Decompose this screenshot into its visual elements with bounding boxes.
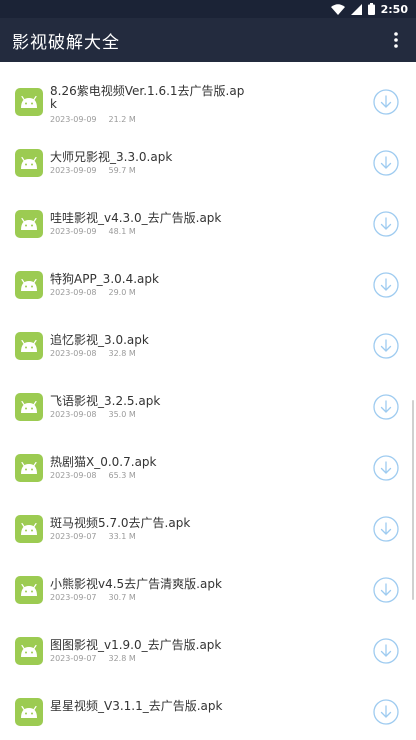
file-row-5[interactable]: 特狗APP_3.0.4.apk 2023-09-08 29.0 M	[0, 254, 416, 315]
file-row-3[interactable]: 大师兄影视_3.3.0.apk 2023-09-09 59.7 M	[0, 132, 416, 193]
file-row-2[interactable]: 8.26紫电视频Ver.1.6.1去广告版.apk 2023-09-09 21.2…	[0, 71, 416, 132]
file-meta: 2023-09-08 35.0 M	[50, 410, 136, 420]
android-icon	[15, 636, 43, 665]
download-icon	[373, 454, 399, 481]
file-date: 2023-09-09	[50, 227, 97, 236]
download-icon	[373, 149, 399, 176]
download-button[interactable]	[373, 88, 399, 115]
file-size: 30.7 M	[108, 593, 136, 602]
file-date: 2023-09-07	[50, 654, 97, 663]
file-meta: 2023-09-09 59.7 M	[50, 166, 136, 176]
file-row-1[interactable]: 咪咕影视_4.1.2.apk 27 天前48.2 M	[0, 62, 416, 71]
file-row-12[interactable]: 星星视频_V3.1.1_去广告版.apk	[0, 681, 416, 740]
file-size: 32.8 M	[108, 349, 136, 358]
file-date: 2023-09-08	[50, 349, 97, 358]
download-icon	[373, 515, 399, 542]
download-button[interactable]	[373, 576, 399, 603]
file-size: 65.3 M	[108, 471, 136, 480]
download-button[interactable]	[373, 515, 399, 542]
android-icon	[15, 270, 43, 299]
file-meta: 2023-09-07 33.1 M	[50, 532, 136, 542]
battery-icon	[367, 3, 375, 15]
file-date: 2023-09-08	[50, 288, 97, 297]
file-size: 29.0 M	[108, 288, 136, 297]
android-icon	[15, 697, 43, 726]
android-icon	[15, 209, 43, 238]
file-meta: 2023-09-09 21.2 M	[50, 115, 136, 125]
app-bar: 影视破解大全	[0, 18, 416, 62]
file-size: 59.7 M	[108, 166, 136, 175]
file-date: 2023-09-09	[50, 115, 97, 124]
file-date: 2023-09-08	[50, 410, 97, 419]
file-name: 追忆影视_3.0.apk	[50, 333, 149, 347]
wifi-icon	[330, 3, 345, 15]
download-icon	[373, 393, 399, 420]
android-icon	[15, 87, 43, 116]
download-button[interactable]	[373, 637, 399, 664]
file-name: 大师兄影视_3.3.0.apk	[50, 150, 173, 164]
file-row-9[interactable]: 斑马视频5.7.0去广告.apk 2023-09-07 33.1 M	[0, 498, 416, 559]
file-meta: 2023-09-08 65.3 M	[50, 471, 136, 481]
file-row-11[interactable]: 图图影视_v1.9.0_去广告版.apk 2023-09-07 32.8 M	[0, 620, 416, 681]
download-button[interactable]	[373, 149, 399, 176]
file-row-8[interactable]: 热剧猫X_0.0.7.apk 2023-09-08 65.3 M	[0, 437, 416, 498]
download-icon	[373, 88, 399, 115]
file-meta: 2023-09-07 32.8 M	[50, 654, 136, 664]
download-button[interactable]	[373, 271, 399, 298]
scrollbar[interactable]	[412, 400, 414, 600]
file-row-6[interactable]: 追忆影视_3.0.apk 2023-09-08 32.8 M	[0, 315, 416, 376]
download-icon	[373, 332, 399, 359]
file-row-10[interactable]: 小熊影视v4.5去广告清爽版.apk 2023-09-07 30.7 M	[0, 559, 416, 620]
download-button[interactable]	[373, 393, 399, 420]
file-name: 星星视频_V3.1.1_去广告版.apk	[50, 699, 223, 713]
file-date: 2023-09-08	[50, 471, 97, 480]
file-row-4[interactable]: 哇哇影视_v4.3.0_去广告版.apk 2023-09-09 48.1 M	[0, 193, 416, 254]
download-button[interactable]	[373, 454, 399, 481]
download-button[interactable]	[373, 698, 399, 725]
file-size: 48.1 M	[108, 227, 136, 236]
download-icon	[373, 271, 399, 298]
file-meta: 2023-09-07 30.7 M	[50, 593, 136, 603]
file-list: 咪咕影视_4.1.2.apk 27 天前48.2 M 8.26紫电视频Ver.1…	[0, 62, 416, 740]
status-bar: 2:50	[0, 0, 416, 18]
file-meta: 2023-09-09 48.1 M	[50, 227, 136, 237]
android-icon	[15, 392, 43, 421]
file-meta: 2023-09-08 29.0 M	[50, 288, 136, 298]
download-button[interactable]	[373, 210, 399, 237]
file-name: 热剧猫X_0.0.7.apk	[50, 455, 157, 469]
overflow-menu-button[interactable]	[376, 18, 416, 62]
android-icon	[15, 514, 43, 543]
android-icon	[15, 148, 43, 177]
file-date: 2023-09-09	[50, 166, 97, 175]
file-date: 2023-09-07	[50, 532, 97, 541]
download-icon	[373, 637, 399, 664]
file-size: 21.2 M	[108, 115, 136, 124]
file-name: 斑马视频5.7.0去广告.apk	[50, 516, 191, 530]
download-icon	[373, 576, 399, 603]
file-row-7[interactable]: 飞语影视_3.2.5.apk 2023-09-08 35.0 M	[0, 376, 416, 437]
file-name: 图图影视_v1.9.0_去广告版.apk	[50, 638, 222, 652]
signal-icon	[350, 3, 362, 15]
more-vert-icon	[394, 32, 398, 48]
file-list-viewport[interactable]: 咪咕影视_4.1.2.apk 27 天前48.2 M 8.26紫电视频Ver.1…	[0, 62, 416, 740]
app-title: 影视破解大全	[12, 32, 120, 53]
download-button[interactable]	[373, 332, 399, 359]
android-icon	[15, 453, 43, 482]
file-date: 2023-09-07	[50, 593, 97, 602]
status-time: 2:50	[380, 2, 408, 16]
file-name: 飞语影视_3.2.5.apk	[50, 394, 161, 408]
file-name: 8.26紫电视频Ver.1.6.1去广告版.apk	[50, 84, 245, 111]
file-size: 33.1 M	[108, 532, 136, 541]
file-meta	[50, 715, 62, 725]
file-size: 32.8 M	[108, 654, 136, 663]
file-size: 35.0 M	[108, 410, 136, 419]
download-icon	[373, 210, 399, 237]
file-name: 哇哇影视_v4.3.0_去广告版.apk	[50, 211, 222, 225]
file-name: 特狗APP_3.0.4.apk	[50, 272, 159, 286]
download-icon	[373, 698, 399, 725]
file-meta: 2023-09-08 32.8 M	[50, 349, 136, 359]
file-name: 小熊影视v4.5去广告清爽版.apk	[50, 577, 222, 591]
android-icon	[15, 575, 43, 604]
android-icon	[15, 331, 43, 360]
